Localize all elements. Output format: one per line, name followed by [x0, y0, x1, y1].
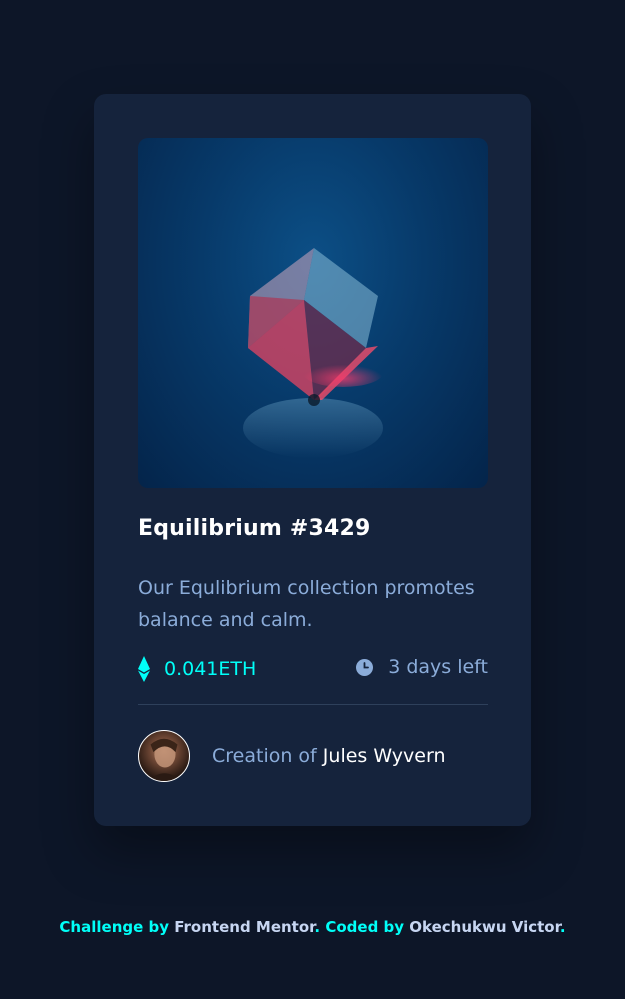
price-value: 0.041ETH [164, 658, 257, 680]
attribution: Challenge by Frontend Mentor. Coded by O… [0, 918, 625, 936]
author-link[interactable]: Okechukwu Victor [409, 918, 560, 936]
creator-row: Creation of Jules Wyvern [138, 730, 446, 782]
footer-separator: . [314, 918, 326, 936]
nft-card: Equilibrium #3429 Our Equlibrium collect… [94, 94, 531, 826]
nft-description: Our Equlibrium collection promotes balan… [138, 577, 475, 631]
nft-image[interactable] [138, 138, 488, 488]
challenge-by-label: Challenge by [59, 918, 170, 936]
creation-prefix: Creation of [212, 745, 317, 767]
coded-by-label: Coded by [325, 918, 405, 936]
creator-credit: Creation of Jules Wyvern [212, 745, 446, 767]
time-left: 3 days left [388, 656, 488, 678]
nft-title[interactable]: Equilibrium #3429 [138, 516, 371, 541]
frontend-mentor-link[interactable]: Frontend Mentor [174, 918, 314, 936]
divider [138, 704, 488, 705]
price-info: 0.041ETH [138, 656, 256, 682]
footer-end: . [559, 918, 566, 936]
avatar [138, 730, 190, 782]
time-info: 3 days left [356, 656, 488, 678]
ethereum-icon [138, 656, 150, 682]
creator-name-link[interactable]: Jules Wyvern [323, 745, 446, 767]
clock-icon [356, 658, 374, 676]
